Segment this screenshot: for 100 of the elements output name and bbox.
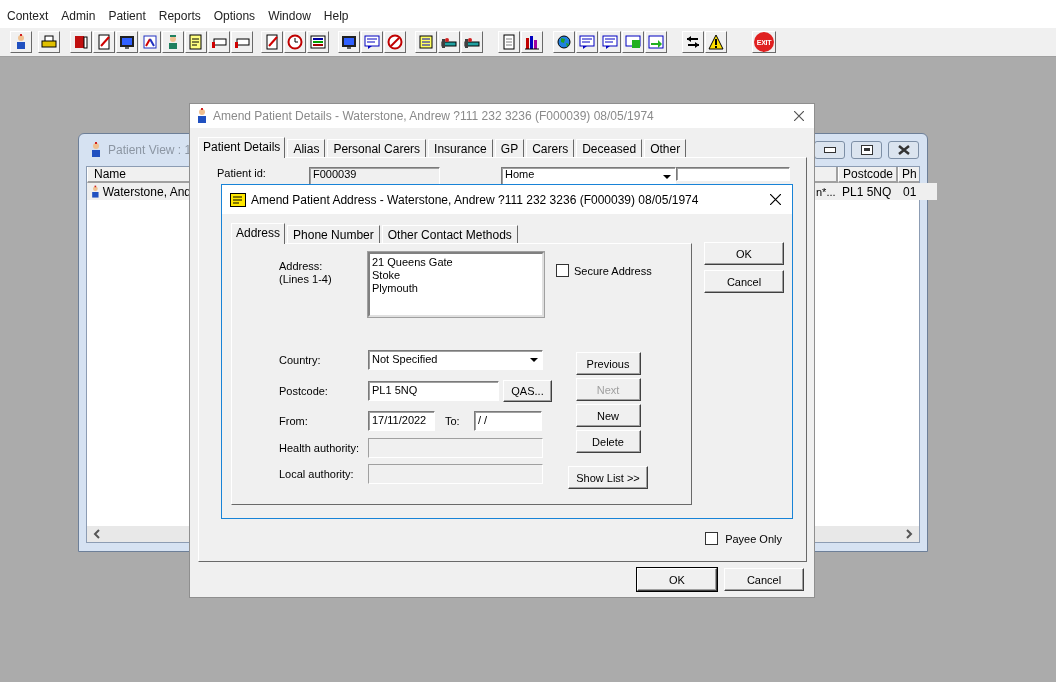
close-button[interactable] bbox=[888, 141, 919, 159]
toolbar-button[interactable] bbox=[338, 31, 360, 53]
dropdown[interactable]: Home bbox=[501, 167, 676, 185]
input-field[interactable]: PL1 5NQ bbox=[368, 381, 499, 401]
caret-icon bbox=[529, 357, 539, 363]
nav-button[interactable]: New bbox=[575, 404, 641, 427]
field-label: To: bbox=[444, 415, 461, 427]
toolbar-button[interactable] bbox=[307, 31, 329, 53]
toolbar-button[interactable] bbox=[284, 31, 306, 53]
address-line: 21 Queens Gate bbox=[372, 256, 454, 269]
checkbox-label: Payee Only bbox=[725, 532, 782, 545]
tab[interactable]: Other Contact Methods bbox=[381, 225, 518, 243]
dialog-title: Amend Patient Details - Waterstone, Andrew ?111 232 3236 (F000039) 08/05/1974 bbox=[213, 109, 654, 123]
page-icon bbox=[501, 34, 517, 50]
menu-item[interactable]: Options bbox=[213, 9, 256, 28]
lookup-button[interactable]: QAS... bbox=[503, 380, 552, 402]
input-field[interactable] bbox=[676, 167, 790, 181]
printer-icon bbox=[41, 34, 57, 50]
show-list-button[interactable]: Show List >> bbox=[568, 466, 648, 489]
dialog-button[interactable]: OK bbox=[704, 242, 784, 265]
warning-icon bbox=[708, 34, 724, 50]
frame-icon bbox=[142, 34, 158, 50]
dialog-button[interactable]: Cancel bbox=[704, 270, 784, 293]
maximize-button[interactable] bbox=[851, 141, 882, 159]
menu-item[interactable]: Context bbox=[7, 9, 49, 28]
tab[interactable]: Insurance bbox=[428, 139, 493, 157]
tab[interactable]: GP bbox=[494, 139, 525, 157]
close-button[interactable] bbox=[792, 109, 806, 123]
maximize-icon bbox=[860, 145, 873, 155]
column-header[interactable]: Postcode bbox=[838, 167, 898, 183]
toolbar-button[interactable] bbox=[139, 31, 161, 53]
column-header[interactable]: Ph bbox=[898, 167, 919, 183]
field-label: Postcode: bbox=[279, 385, 329, 397]
monitor-icon bbox=[341, 34, 357, 50]
note-icon bbox=[418, 34, 434, 50]
field-label: Local authority: bbox=[279, 468, 355, 480]
toolbar-button[interactable] bbox=[10, 31, 32, 53]
field-label: Patient id: bbox=[217, 167, 267, 180]
column-header[interactable]: Name bbox=[87, 167, 191, 183]
dialog-button[interactable]: OK bbox=[637, 568, 717, 591]
tab[interactable]: Other bbox=[644, 139, 687, 157]
globe-icon bbox=[556, 34, 572, 50]
document-icon bbox=[264, 34, 280, 50]
minimize-button[interactable] bbox=[814, 141, 845, 159]
address-field[interactable]: 21 Queens Gate Stoke Plymouth bbox=[368, 252, 544, 317]
toolbar-button[interactable] bbox=[705, 31, 727, 53]
nav-button[interactable]: Delete bbox=[575, 430, 641, 453]
tab[interactable]: Phone Number bbox=[287, 225, 380, 243]
tab[interactable]: Address bbox=[231, 223, 286, 244]
minimize-icon bbox=[823, 147, 836, 153]
table-cell-text: 01 bbox=[902, 184, 918, 199]
checkbox[interactable] bbox=[556, 264, 569, 277]
close-button[interactable] bbox=[768, 192, 782, 207]
toolbar-button[interactable] bbox=[521, 31, 543, 53]
bar-chart-icon bbox=[524, 34, 540, 50]
menu-item[interactable]: Reports bbox=[158, 9, 201, 28]
menu-item[interactable]: Window bbox=[268, 9, 311, 28]
checkbox-label: Secure Address bbox=[574, 264, 652, 277]
chevron-left-icon bbox=[93, 529, 101, 539]
toolbar-button[interactable] bbox=[38, 31, 60, 53]
chevron-right-icon bbox=[905, 529, 913, 539]
dropdown[interactable]: Not Specified bbox=[368, 350, 543, 370]
close-icon bbox=[897, 145, 910, 155]
toolbar-button[interactable] bbox=[461, 31, 483, 53]
tab[interactable]: Patient Details bbox=[198, 137, 286, 158]
tab[interactable]: Deceased bbox=[576, 139, 643, 157]
arrows-icon bbox=[648, 34, 664, 50]
clock-icon bbox=[287, 34, 303, 50]
toolbar-button[interactable] bbox=[70, 31, 92, 53]
field-label: From: bbox=[279, 415, 309, 427]
table-cell-text: n*... bbox=[815, 185, 837, 198]
tab[interactable]: Personal Carers bbox=[327, 139, 427, 157]
dialog-button[interactable]: Cancel bbox=[724, 568, 804, 591]
input-field[interactable] bbox=[368, 464, 543, 484]
toolbar-button[interactable] bbox=[116, 31, 138, 53]
tab[interactable]: Alias bbox=[287, 139, 326, 157]
prohibited-icon bbox=[387, 34, 403, 50]
person-icon bbox=[89, 183, 102, 200]
menu-item[interactable]: Help bbox=[323, 9, 349, 28]
toolbar-button[interactable] bbox=[438, 31, 460, 53]
document-icon bbox=[96, 34, 112, 50]
toolbar-button[interactable] bbox=[682, 31, 704, 53]
field-hint: (Lines 1-4) bbox=[279, 273, 333, 286]
input-field[interactable] bbox=[368, 438, 543, 458]
close-icon bbox=[769, 194, 781, 205]
field-label: Address: bbox=[279, 260, 324, 273]
input-field[interactable]: 17/11/2022 bbox=[368, 411, 435, 431]
nav-button[interactable]: Previous bbox=[575, 352, 641, 375]
address-line: Plymouth bbox=[372, 282, 419, 295]
input-field[interactable]: F000039 bbox=[309, 167, 440, 185]
monitor-icon bbox=[119, 34, 135, 50]
close-icon bbox=[794, 111, 804, 121]
menu-item[interactable]: Admin bbox=[61, 9, 96, 28]
menu-item[interactable]: Patient bbox=[108, 9, 146, 28]
tab[interactable]: Carers bbox=[526, 139, 575, 157]
toolbar-button[interactable] bbox=[553, 31, 575, 53]
checkbox[interactable] bbox=[705, 532, 719, 545]
monitor-icon bbox=[310, 34, 326, 50]
input-field[interactable]: / / bbox=[474, 411, 542, 431]
toolbar-button[interactable] bbox=[384, 31, 406, 53]
